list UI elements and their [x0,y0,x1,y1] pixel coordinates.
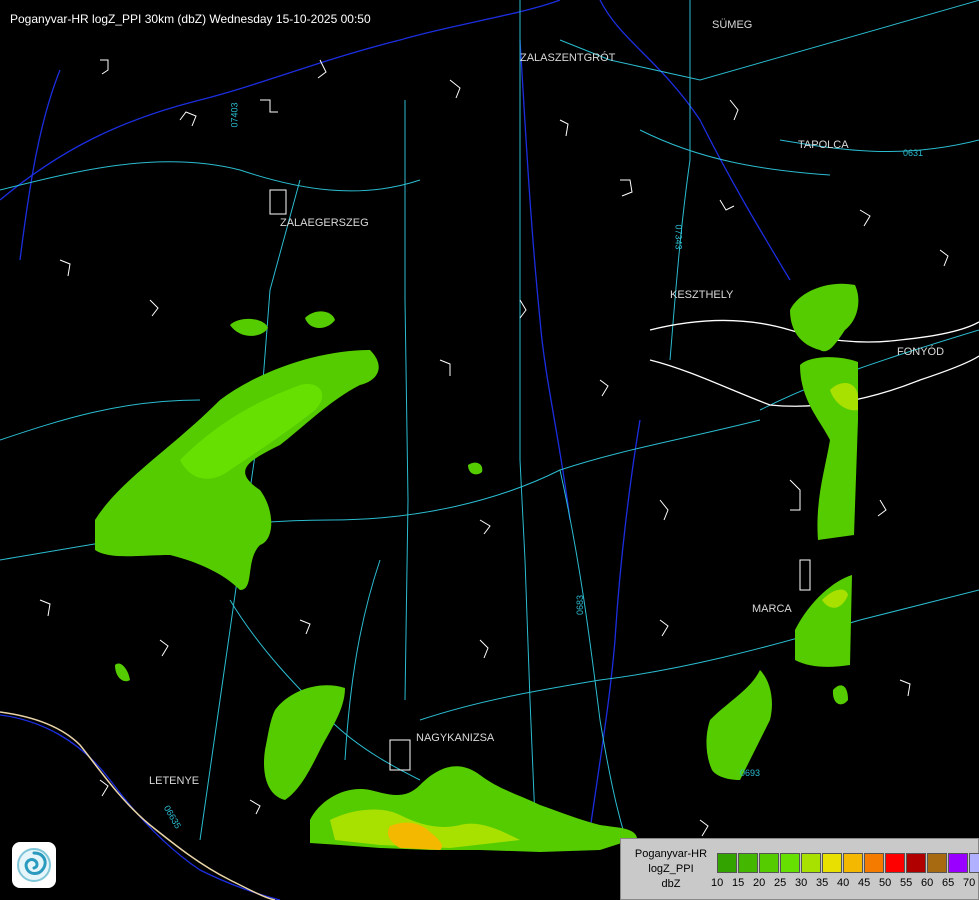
echo-blob-1 [230,318,268,336]
legend-swatch [885,853,905,873]
legend-tick-label: 40 [837,877,850,889]
dbz-legend: Poganyvar-HR logZ_PPI dbZ 10 15 20 25 30 35 40… [620,838,979,900]
legend-tick-label: 45 [858,877,871,889]
legend-swatch [948,853,968,873]
echo-west-band [95,350,379,590]
legend-color-scale [717,853,979,873]
rivers [0,0,791,900]
city-label-marcali: MARCA [752,603,792,615]
legend-line-station: Poganyvar-HR [634,848,708,860]
legend-swatch [864,853,884,873]
road-number-label: 0683 [575,594,586,616]
city-label-nagykanizsa: NAGYKANIZSA [416,732,495,744]
legend-tick-label: 10 [711,877,724,889]
city-label-fonyod: FONYÓD [897,346,945,358]
legend-swatch [717,853,737,873]
road-number-label: 0693 [740,768,761,778]
road-number-label: 0631 [903,148,924,158]
legend-tick-label: 15 [732,877,745,889]
city-label-sumeg: SÜMEG [712,19,753,31]
legend-tick-labels: 10 15 20 25 30 35 40 45 50 55 60 65 70 [711,877,979,891]
echo-blob-3 [468,462,483,475]
radar-echoes [95,283,859,852]
legend-tick-label: 35 [816,877,829,889]
legend-swatch [843,853,863,873]
legend-tick-label: 30 [795,877,808,889]
legend-swatch [906,853,926,873]
echo-small-east [832,685,848,705]
swirl-logo-icon [17,848,51,882]
legend-swatch [927,853,947,873]
legend-tick-label: 60 [921,877,934,889]
city-label-keszthely: KESZTHELY [670,289,734,301]
radar-logo [12,842,56,888]
legend-swatch [759,853,779,873]
legend-swatch [822,853,842,873]
legend-tick-label: 50 [879,877,892,889]
echo-south-east [706,670,772,780]
legend-tick-label: 25 [774,877,787,889]
road-number-label: 07403 [229,102,240,128]
city-label-zalaegerszeg: ZALAEGERSZEG [280,217,369,229]
city-label-zalaszentgrot: ZALASZENTGRÓT [520,52,616,64]
legend-line-product: logZ_PPI [648,863,694,875]
legend-tick-label: 55 [900,877,913,889]
city-label-tapolca: TAPOLCA [798,139,849,151]
city-label-letenye: LETENYE [149,775,200,787]
legend-tick-label: 65 [942,877,955,889]
map-title: Poganyvar-HR logZ_PPI 30km (dbZ) Wednesd… [10,12,371,26]
legend-tick-label: 70 [963,877,976,889]
legend-swatch [738,853,758,873]
echo-nagykanizsa-west [264,685,345,800]
legend-swatch [969,853,979,873]
legend-line-unit: dbZ [661,878,681,890]
echo-marcali [795,575,852,667]
echo-small-sw [115,663,130,682]
legend-tick-label: 20 [753,877,766,889]
echo-blob-2 [305,311,335,328]
radar-map [0,0,979,900]
legend-title: Poganyvar-HR logZ_PPI dbZ [627,847,715,892]
legend-swatch [801,853,821,873]
road-number-label: 07343 [673,224,684,250]
legend-swatch [780,853,800,873]
